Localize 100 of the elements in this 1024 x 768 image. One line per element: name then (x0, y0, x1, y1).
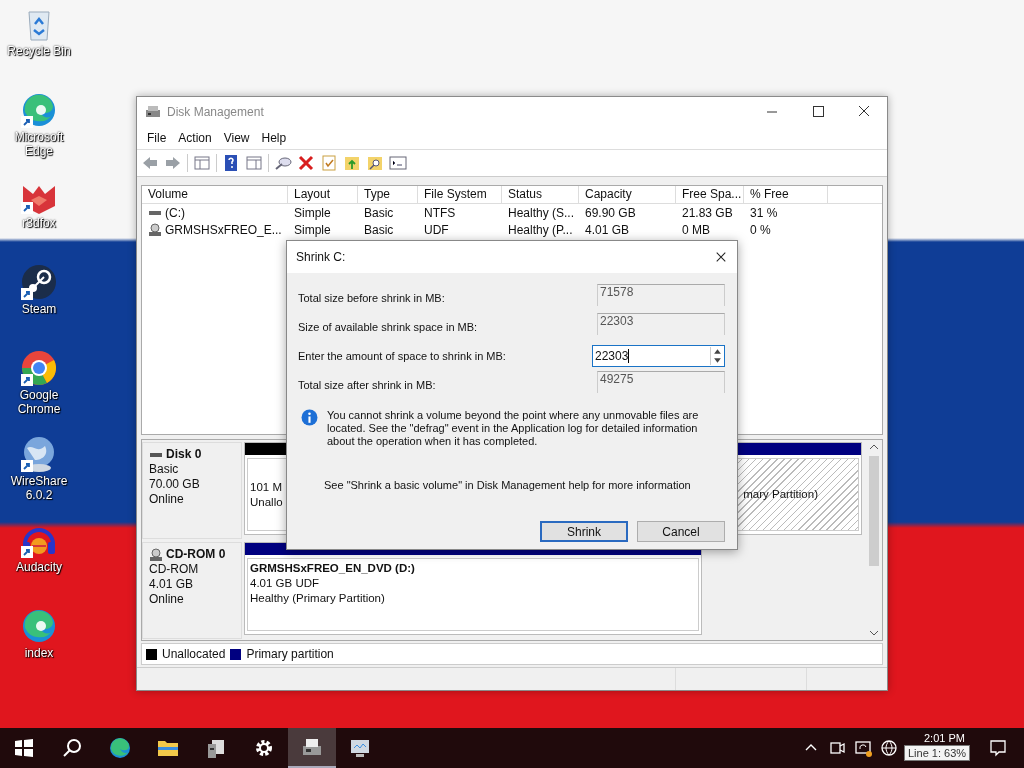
window-title: Disk Management (167, 105, 265, 119)
desktop-shortcut[interactable]: Audacity (0, 520, 78, 606)
partition-label: 101 M (250, 479, 282, 495)
partition-title: GRMSHSxFREO_EN_DVD (D:) (250, 561, 415, 576)
info-icon (301, 409, 318, 426)
table-cell: NTFS (424, 205, 456, 220)
info-message: You cannot shrink a volume beyond the point where any unmovable files are located. See the "defrag" event in the Application log for detailed information about the operation when it has completed. (327, 409, 700, 448)
disk-name: Disk 0 (166, 447, 202, 462)
desktop-shortcut[interactable]: r3dfox (0, 176, 78, 262)
sync-screen-icon[interactable] (853, 738, 873, 758)
panel-icon[interactable] (193, 154, 211, 172)
disk-status: Online (149, 492, 185, 507)
tooltip: Line 1: 63% (904, 745, 971, 761)
table-cell: 21.83 GB (682, 205, 733, 220)
column-header[interactable]: Volume (142, 186, 288, 203)
table-cell: Simple (294, 205, 331, 220)
field-label: Total size after shrink in MB: (298, 378, 436, 391)
menu-item[interactable]: Action (172, 131, 218, 145)
desktop-shortcut[interactable]: Microsoft Edge (0, 90, 78, 176)
checklist-icon[interactable] (320, 154, 338, 172)
table-cell: 31 % (750, 205, 778, 220)
table-cell: Healthy (P... (508, 222, 573, 237)
disk-type: CD-ROM (149, 562, 200, 577)
browser-icon[interactable] (108, 736, 132, 760)
shortcut-label: WireShare 6.0.2 (9, 474, 69, 502)
table-cell: Basic (364, 222, 394, 237)
table-cell: Basic (364, 205, 394, 220)
cd-drive-icon (148, 222, 162, 237)
shortcut-label: Audacity (15, 560, 63, 574)
disk-status: Online (149, 592, 185, 607)
disk-type: Basic (149, 462, 180, 477)
column-header[interactable]: Status (502, 186, 579, 203)
table-cell: (C:) (165, 205, 185, 220)
readonly-field: 71578 (597, 283, 725, 306)
disk-name: CD-ROM 0 (166, 547, 226, 562)
close-button[interactable] (715, 251, 727, 263)
delete-icon[interactable] (297, 154, 315, 172)
column-header[interactable]: Capacity (579, 186, 676, 203)
app-icon (19, 262, 59, 302)
globe-icon[interactable] (879, 738, 899, 758)
help-icon[interactable] (222, 154, 240, 172)
column-header[interactable]: File System (418, 186, 502, 203)
table-cell: GRMSHSxFREO_E... (165, 222, 282, 237)
shortcut-label: r3dfox (21, 216, 58, 230)
desktop-shortcut[interactable]: WireShare 6.0.2 (0, 434, 78, 520)
field-label: Enter the amount of space to shrink in MB: (298, 349, 506, 362)
shortcut-label: Steam (20, 302, 58, 316)
disk-drive-icon (145, 104, 161, 120)
readonly-field: 49275 (597, 370, 725, 393)
readonly-field: 22303 (597, 312, 725, 335)
desktop-shortcut[interactable]: index (0, 606, 78, 692)
back-icon[interactable] (141, 154, 159, 172)
panel-icon[interactable] (245, 154, 263, 172)
clock-time[interactable]: 2:01 PM (924, 732, 965, 744)
shortcut-label: Google Chrome (16, 388, 62, 416)
app-icon (19, 348, 59, 388)
notification-icon[interactable] (988, 738, 1008, 758)
disk-size: 4.01 GB (149, 577, 195, 592)
partition-label: 4.01 GB UDF (250, 576, 320, 591)
table-cell: 0 % (750, 222, 771, 237)
amount-spinner[interactable]: 22303 (592, 344, 725, 367)
legend-label: Unallocated (162, 647, 226, 661)
help-text: See "Shrink a basic volume" in Disk Management help for more information (324, 479, 692, 491)
menu-item[interactable]: File (141, 131, 173, 145)
column-header[interactable]: Free Spa... (676, 186, 744, 203)
desktop-shortcut[interactable]: Steam (0, 262, 78, 348)
taskbar-button[interactable] (288, 728, 336, 768)
folder-search-icon[interactable] (366, 154, 384, 172)
connect-icon[interactable] (274, 154, 292, 172)
menu-item[interactable]: Help (255, 131, 293, 145)
partition-label: mary Partition) (743, 487, 818, 502)
shortcut-label: Microsoft Edge (13, 130, 66, 158)
table-cell: 4.01 GB (585, 222, 630, 237)
dialog-button[interactable]: Shrink (540, 521, 628, 542)
partition-label: Unallo (250, 494, 283, 510)
menu-item[interactable]: View (217, 131, 256, 145)
shortcut-label: Recycle Bin (6, 44, 72, 58)
windows-logo-icon[interactable] (12, 736, 36, 760)
legend-label: Primary partition (246, 647, 334, 661)
disk-size: 70.00 GB (149, 477, 201, 492)
table-cell: Simple (294, 222, 331, 237)
dialog-title: Shrink C: (296, 250, 346, 264)
column-header[interactable]: Layout (288, 186, 358, 203)
table-cell: 0 MB (682, 222, 710, 237)
console-icon[interactable] (389, 154, 407, 172)
scrollbar[interactable] (866, 440, 882, 640)
forward-icon[interactable] (164, 154, 182, 172)
table-cell: 69.90 GB (585, 205, 636, 220)
field-label: Total size before shrink in MB: (298, 291, 445, 304)
partition-label: Healthy (Primary Partition) (250, 591, 385, 606)
desktop-shortcut[interactable]: Google Chrome (0, 348, 78, 434)
column-header[interactable]: Type (358, 186, 418, 203)
cd-drive-icon (149, 547, 163, 562)
folder-up-icon[interactable] (343, 154, 361, 172)
shortcut-label: index (23, 646, 55, 660)
table-cell: UDF (424, 222, 449, 237)
desktop-shortcut[interactable]: Recycle Bin (0, 4, 78, 90)
partition-block[interactable]: GRMSHSxFREO_EN_DVD (D:) 4.01 GB UDF Healthy (Primary Partition) (244, 542, 702, 635)
dialog-button[interactable]: Cancel (637, 521, 725, 542)
column-header[interactable]: % Free (744, 186, 828, 203)
